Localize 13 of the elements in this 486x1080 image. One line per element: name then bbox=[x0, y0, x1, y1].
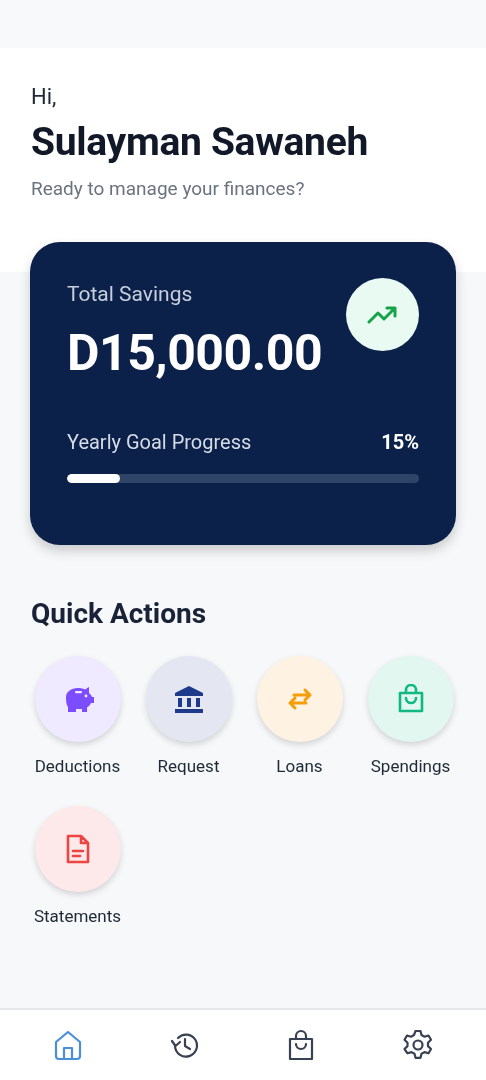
trending-up-icon bbox=[366, 304, 399, 325]
home-icon bbox=[55, 1030, 82, 1060]
section-title: Quick Actions bbox=[31, 597, 208, 630]
greeting-text: Hi, bbox=[31, 84, 58, 109]
history-icon bbox=[170, 1032, 198, 1058]
settings-icon bbox=[403, 1029, 432, 1059]
savings-amount: D15,000.00 bbox=[67, 324, 324, 382]
user-name: Sulayman Sawaneh bbox=[31, 119, 369, 165]
shopping-bag-icon bbox=[289, 1029, 314, 1060]
goal-percent: 15% bbox=[381, 430, 419, 454]
savings-label: Total Savings bbox=[67, 282, 194, 306]
subtitle-text: Ready to manage your finances? bbox=[31, 177, 306, 200]
goal-label: Yearly Goal Progress bbox=[67, 430, 252, 454]
